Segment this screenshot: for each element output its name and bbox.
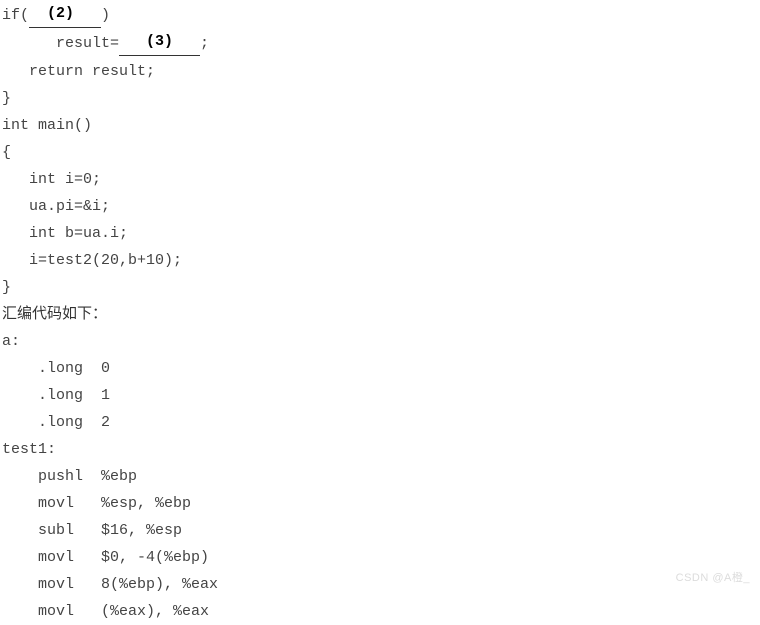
code-line: subl $16, %esp	[2, 517, 760, 544]
code-line: }	[2, 85, 760, 112]
code-line: i=test2(20,b+10);	[2, 247, 760, 274]
code-line: int i=0;	[2, 166, 760, 193]
code-line: ua.pi=&i;	[2, 193, 760, 220]
code-line: if( (2) )	[2, 2, 760, 30]
code-line: test1:	[2, 436, 760, 463]
code-line: 汇编代码如下：	[2, 301, 760, 328]
code-line: movl (%eax), %eax	[2, 598, 760, 625]
code-line: movl $0, -4(%ebp)	[2, 544, 760, 571]
code-line: {	[2, 139, 760, 166]
code-line: a:	[2, 328, 760, 355]
code-line: .long 0	[2, 355, 760, 382]
code-line: movl 8(%ebp), %eax	[2, 571, 760, 598]
fill-blank-3: (3)	[119, 28, 200, 56]
code-line: return result;	[2, 58, 760, 85]
code-line: result= (3) ;	[2, 30, 760, 58]
code-line: .long 2	[2, 409, 760, 436]
code-block: if( (2) ) result= (3) ; return result;}i…	[2, 2, 760, 625]
code-line: }	[2, 274, 760, 301]
code-line: int main()	[2, 112, 760, 139]
code-line: .long 1	[2, 382, 760, 409]
fill-blank-2: (2)	[29, 0, 101, 28]
code-line: int b=ua.i;	[2, 220, 760, 247]
code-line: pushl %ebp	[2, 463, 760, 490]
code-line: movl %esp, %ebp	[2, 490, 760, 517]
watermark-text: CSDN @A橙_	[676, 569, 750, 589]
